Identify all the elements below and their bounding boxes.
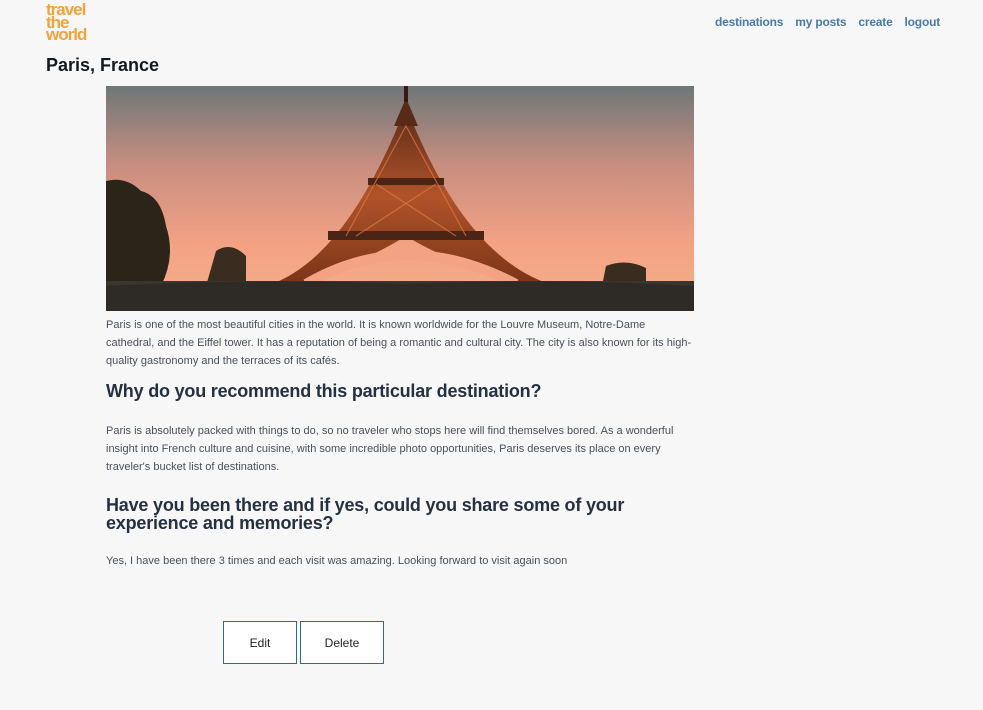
nav-logout-link[interactable]: logout (905, 15, 941, 29)
answer-2-text: Yes, I have been there 3 times and each … (106, 555, 568, 567)
edit-button[interactable]: Edit (223, 621, 297, 664)
top-nav: destinations my posts create logout (715, 15, 940, 29)
question-2-heading: Have you been there and if yes, could yo… (106, 495, 625, 533)
page-title: Paris, France (46, 55, 160, 75)
logo[interactable]: travel the world (46, 1, 87, 44)
logo-line-3: world (46, 25, 87, 44)
post-content: Paris is one of the most beautiful citie… (106, 316, 696, 570)
destination-photo (106, 86, 694, 311)
answer-1-text: Paris is absolutely packed with things t… (106, 425, 674, 473)
nav-destinations-link[interactable]: destinations (715, 15, 783, 29)
question-1-heading: Why do you recommend this particular des… (106, 381, 542, 401)
nav-create-link[interactable]: create (858, 15, 892, 29)
post-description: Paris is one of the most beautiful citie… (106, 319, 692, 367)
post-actions: Edit Delete (223, 621, 384, 664)
delete-button[interactable]: Delete (300, 621, 384, 664)
nav-my-posts-link[interactable]: my posts (795, 15, 846, 29)
